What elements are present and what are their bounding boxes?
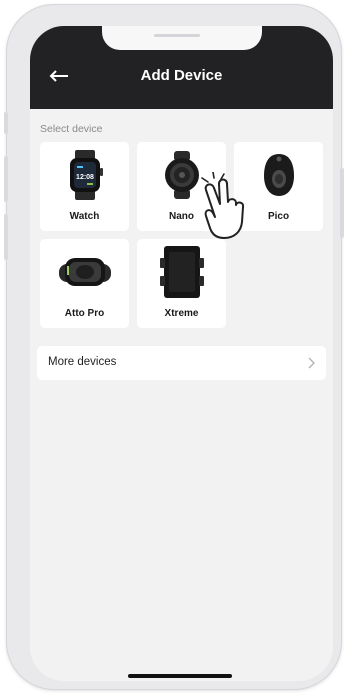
more-devices-label: More devices [48, 356, 117, 368]
home-indicator [128, 674, 232, 678]
xtreme-device-icon [159, 246, 204, 298]
smartwatch-icon: 12:08 [69, 150, 103, 200]
section-label: Select device [40, 123, 103, 135]
device-label-xtreme: Xtreme [164, 308, 199, 319]
device-tile-xtreme[interactable]: Xtreme [137, 239, 226, 328]
phone-power-button [340, 168, 344, 238]
pico-tag-icon [263, 154, 294, 196]
device-label-atto-pro: Atto Pro [64, 308, 105, 319]
more-devices-row[interactable]: More devices [37, 346, 326, 380]
phone-volume-down-button [4, 214, 8, 260]
phone-speaker [154, 34, 200, 37]
atto-pro-icon [58, 258, 111, 286]
device-label-watch: Watch [69, 211, 100, 222]
app-screen: Add Device Select device 12:08 Watch Nan… [30, 26, 333, 681]
watch-time-text: 12:08 [76, 174, 94, 181]
device-tile-watch[interactable]: 12:08 Watch [40, 142, 129, 231]
device-tile-atto-pro[interactable]: Atto Pro [40, 239, 129, 328]
chevron-right-icon [308, 357, 315, 369]
phone-mute-switch [4, 112, 8, 134]
tap-hand-icon [201, 172, 245, 239]
nano-tracker-icon [164, 151, 199, 199]
phone-volume-up-button [4, 156, 8, 202]
phone-notch [102, 26, 262, 50]
page-title: Add Device [140, 67, 223, 84]
